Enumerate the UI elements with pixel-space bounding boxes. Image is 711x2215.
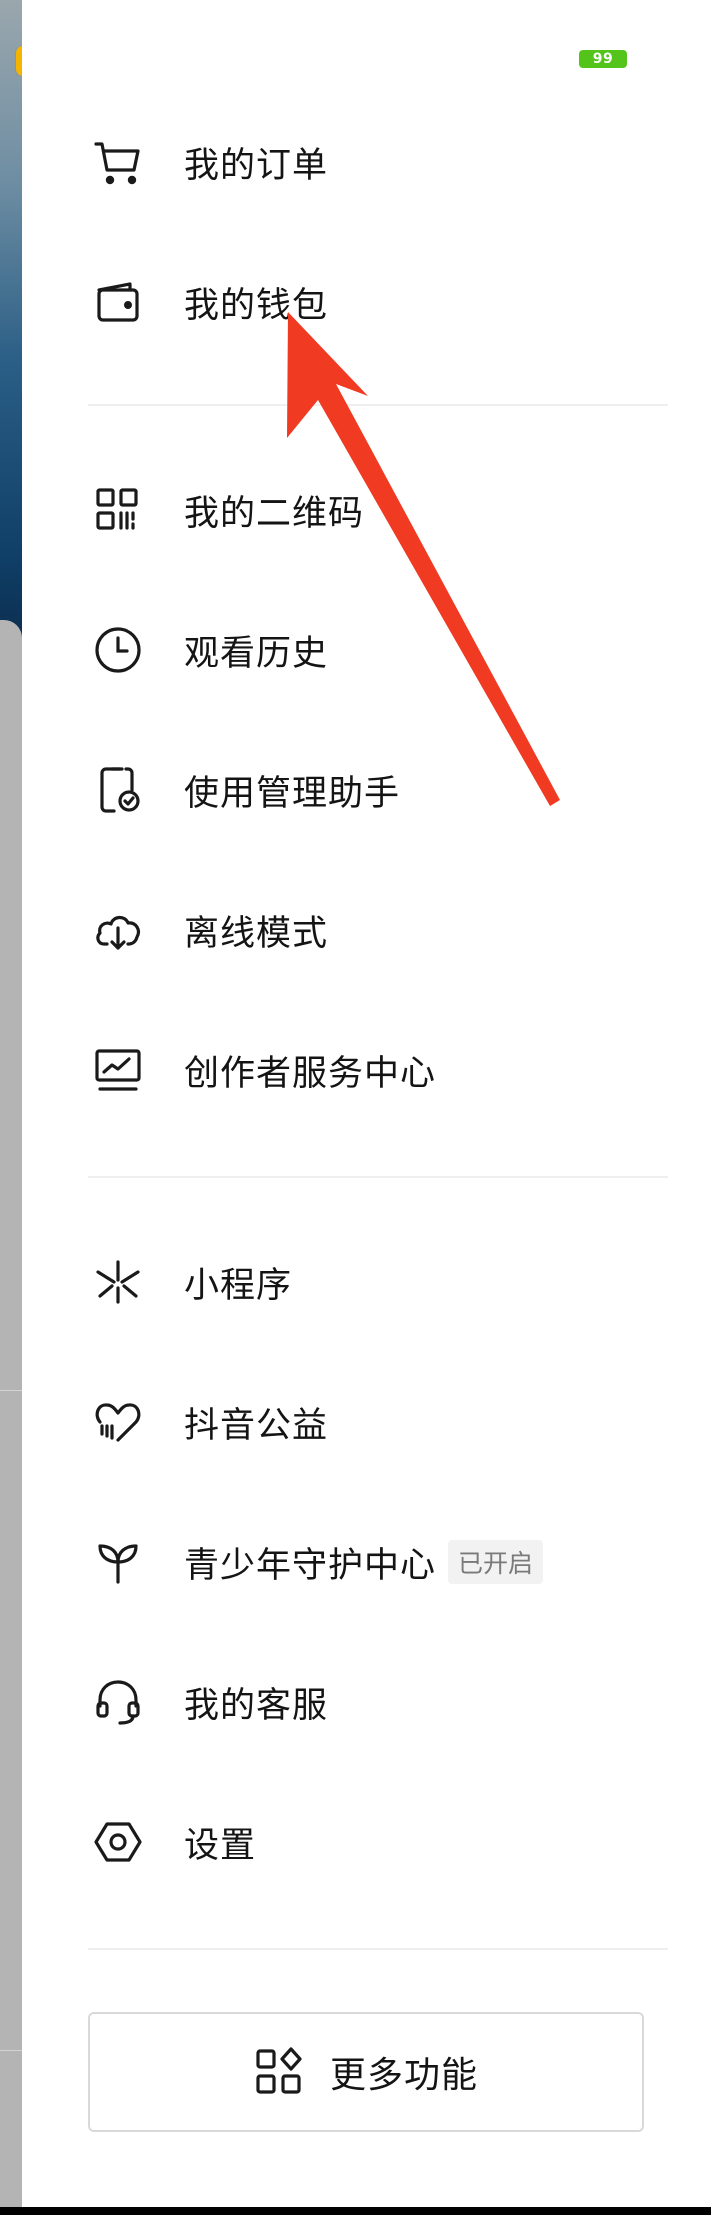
background-panel-fold	[0, 620, 22, 2215]
more-functions-button[interactable]: 更多功能	[88, 2012, 644, 2132]
system-bottom-bar	[0, 2207, 711, 2215]
cloud-download-icon	[92, 904, 144, 956]
menu-item-creator-center[interactable]: 创作者服务中心	[88, 1020, 648, 1120]
battery-indicator: 99	[579, 50, 627, 68]
menu-item-settings[interactable]: 设置	[88, 1792, 648, 1892]
cart-icon	[92, 136, 144, 188]
menu-item-customer-service[interactable]: 我的客服	[88, 1652, 648, 1752]
menu-item-label: 小程序	[184, 1265, 293, 1306]
mini-program-icon	[92, 1256, 144, 1308]
background-seam	[0, 1390, 22, 1391]
side-drawer: 99 我的订单 我的钱包 我的二维码 观看历史 使用管理助手 离线模式 创作者服…	[22, 0, 711, 2215]
menu-item-label: 青少年守护中心	[184, 1545, 437, 1586]
wallet-icon	[92, 276, 144, 328]
heart-charity-icon	[92, 1396, 144, 1448]
menu-item-label: 使用管理助手	[184, 773, 401, 814]
monitor-chart-icon	[92, 1044, 144, 1096]
menu-item-label: 我的二维码	[184, 493, 365, 534]
settings-hex-icon	[92, 1816, 144, 1868]
menu-item-label: 设置	[184, 1825, 257, 1866]
divider	[88, 1176, 668, 1178]
sprout-icon	[92, 1536, 144, 1588]
divider	[88, 1948, 668, 1950]
menu-item-youth-protection[interactable]: 青少年守护中心 已开启	[88, 1512, 648, 1612]
menu-item-wallet[interactable]: 我的钱包	[88, 252, 648, 352]
screen: 99 我的订单 我的钱包 我的二维码 观看历史 使用管理助手 离线模式 创作者服…	[0, 0, 711, 2215]
menu-item-label: 我的客服	[184, 1685, 329, 1726]
menu-item-watch-history[interactable]: 观看历史	[88, 600, 648, 700]
menu-item-label: 观看历史	[184, 633, 329, 674]
menu-item-qr-code[interactable]: 我的二维码	[88, 460, 648, 560]
menu-item-offline-mode[interactable]: 离线模式	[88, 880, 648, 980]
menu-item-charity[interactable]: 抖音公益	[88, 1372, 648, 1472]
more-functions-label: 更多功能	[329, 2055, 478, 2096]
status-badge: 已开启	[448, 1540, 544, 1584]
headset-icon	[92, 1676, 144, 1728]
menu-item-label: 创作者服务中心	[184, 1053, 437, 1094]
menu-item-mini-programs[interactable]: 小程序	[88, 1232, 648, 1332]
clock-icon	[92, 624, 144, 676]
grid-diamond-icon	[254, 2047, 304, 2097]
background-seam	[0, 2050, 22, 2051]
menu-item-usage-assistant[interactable]: 使用管理助手	[88, 740, 648, 840]
menu-item-label: 我的订单	[184, 145, 329, 186]
phone-check-icon	[92, 764, 144, 816]
menu-item-label: 我的钱包	[184, 285, 329, 326]
menu-item-orders[interactable]: 我的订单	[88, 112, 648, 212]
menu-item-label: 抖音公益	[184, 1405, 329, 1446]
background-app-peek[interactable]	[0, 0, 22, 2215]
menu-item-label: 离线模式	[184, 913, 329, 954]
divider	[88, 404, 668, 406]
qr-code-icon	[92, 484, 144, 536]
